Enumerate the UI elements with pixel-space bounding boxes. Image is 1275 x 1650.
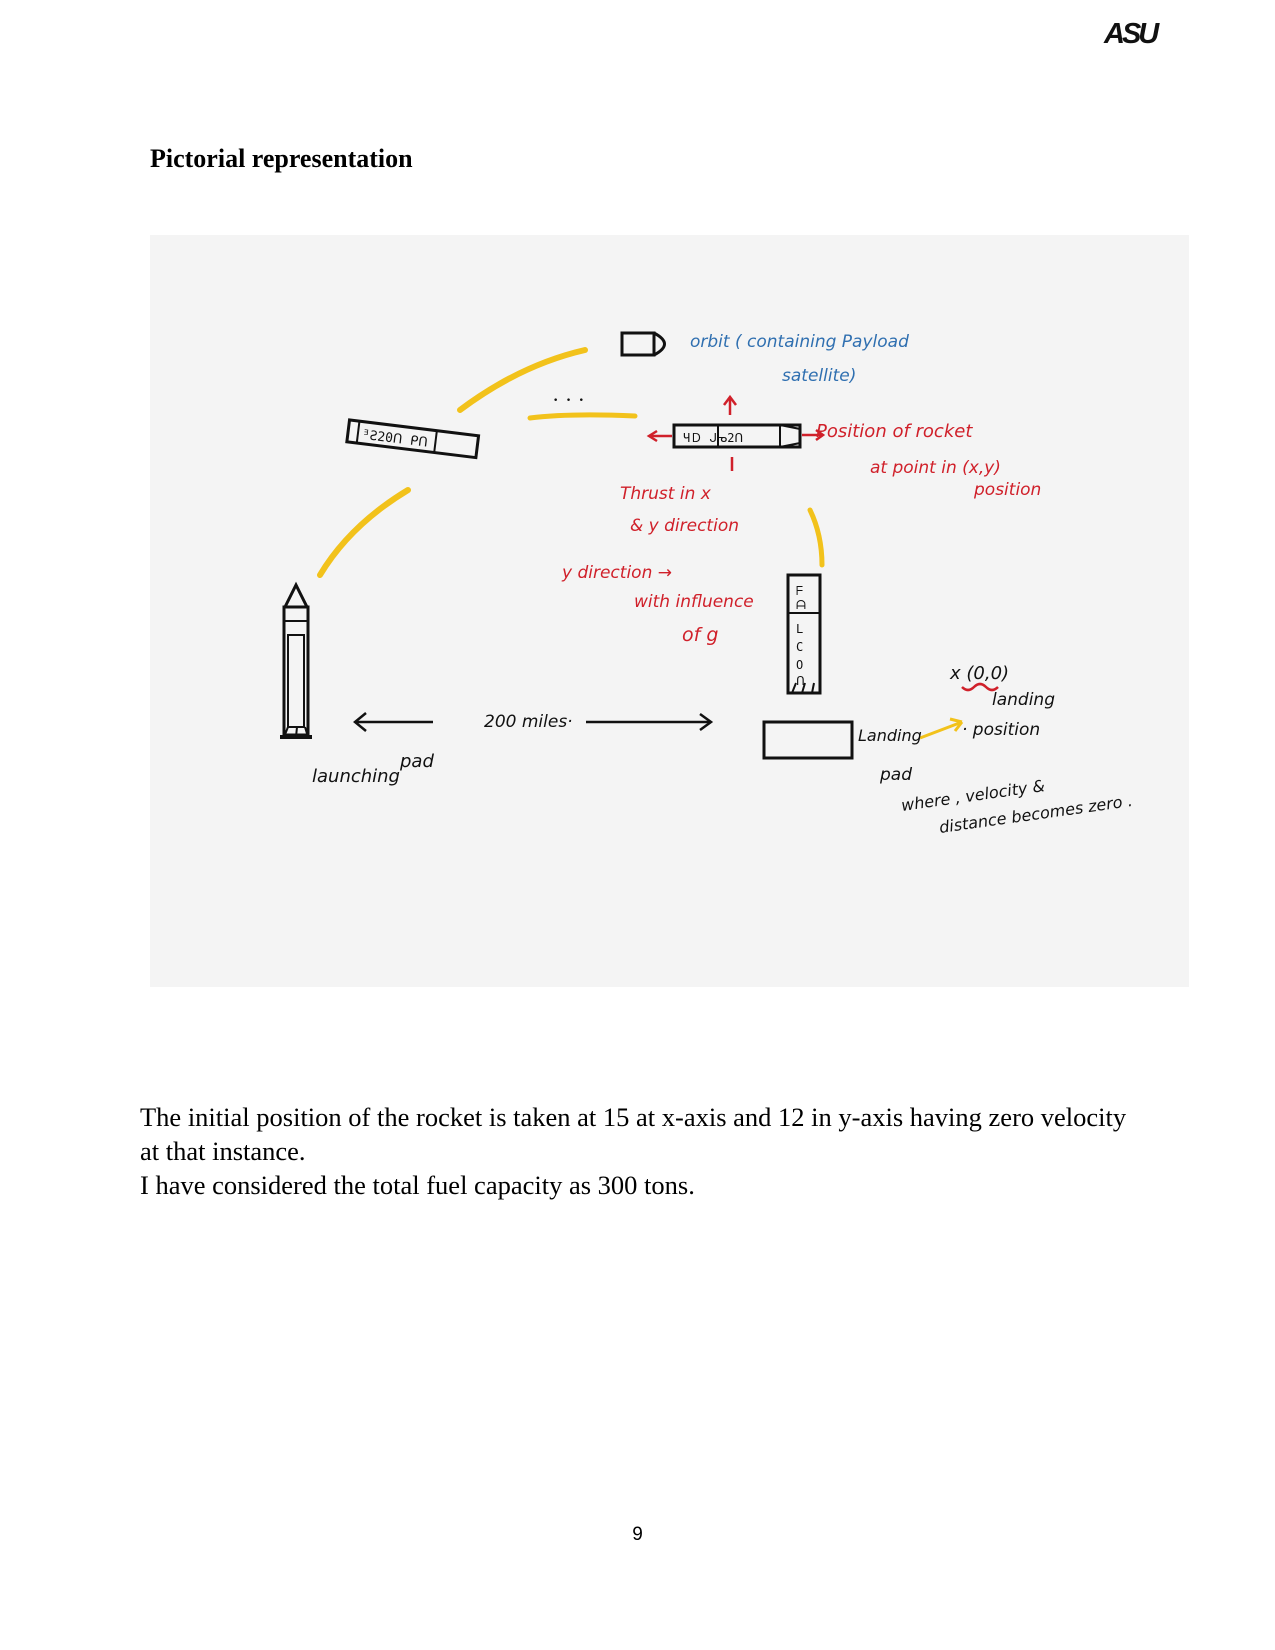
body-text: The initial position of the rocket is ta… — [140, 1100, 1140, 1202]
orbit-label: orbit ( containing Payload — [690, 332, 909, 352]
asu-logo: ASU — [1104, 18, 1159, 50]
position-label-cont: at point in (x,y) — [870, 458, 1001, 478]
launch-pad-label-cont: pad — [399, 751, 434, 772]
trajectory-stroke — [317, 487, 411, 578]
position-label: Position of rocket — [816, 421, 973, 442]
svg-text:ᑎ: ᑎ — [796, 674, 805, 688]
paragraph: I have considered the total fuel capacit… — [140, 1170, 695, 1200]
origin-coordinate-label: x (0,0) — [949, 663, 1009, 684]
page-number: 9 — [632, 1524, 643, 1545]
gravity-label: of g — [682, 624, 718, 646]
trajectory-stroke — [807, 507, 825, 568]
ellipsis-dots: · · · — [552, 387, 585, 412]
y-direction-label-cont: with influence — [634, 592, 754, 612]
svg-text:ᖴ: ᖴ — [796, 584, 803, 598]
landing-position-label-cont: · position — [962, 720, 1040, 740]
trajectory-stroke — [527, 412, 638, 421]
satellite-icon — [620, 331, 656, 357]
y-direction-label: y direction → — [561, 563, 672, 583]
paragraph: The initial position of the rocket is ta… — [140, 1102, 1127, 1166]
landing-pad-icon — [762, 720, 854, 760]
rocket-nose-icon — [282, 581, 310, 609]
thrust-label-cont: & y direction — [630, 516, 739, 536]
pictorial-sketch: · · · orbit ( containing Payload satelli… — [150, 235, 1189, 987]
section-heading: Pictorial representation — [150, 144, 413, 173]
svg-text:L: L — [796, 622, 803, 636]
landing-pad-label: Landing — [858, 726, 922, 745]
svg-text:ᗩ: ᗩ — [796, 598, 806, 612]
rocket-tilted-icon: ᴲƧ20ᑎ ᑭᑎ — [345, 418, 481, 460]
distance-label: 200 miles· — [484, 712, 573, 732]
svg-text:C: C — [796, 640, 803, 654]
landing-pad-label-cont: pad — [879, 765, 912, 785]
svg-text:ЧＤ ᒍᓀ2ᑎ: ЧＤ ᒍᓀ2ᑎ — [683, 431, 743, 445]
launch-pad-label: launching — [312, 766, 400, 787]
position-label-end: position — [973, 480, 1041, 500]
orbit-label-cont: satellite) — [782, 366, 856, 386]
svg-text:O: O — [796, 658, 803, 672]
landing-position-label: landing — [992, 690, 1055, 710]
thrust-label: Thrust in x — [620, 484, 712, 504]
